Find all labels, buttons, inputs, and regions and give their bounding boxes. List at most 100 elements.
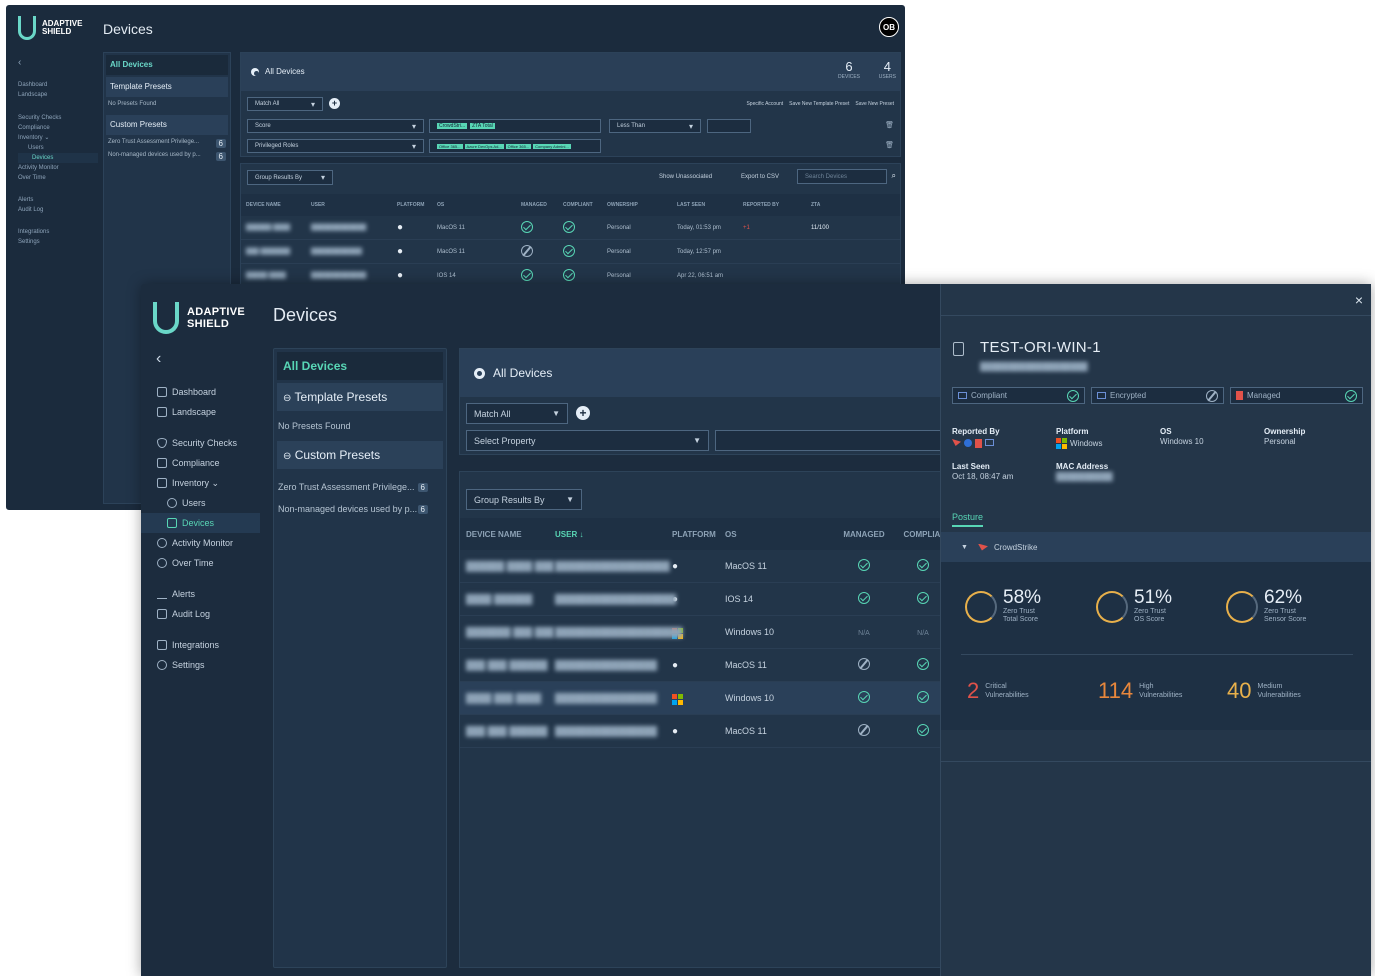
- preset-all-devices[interactable]: All Devices: [106, 55, 228, 75]
- col-zta[interactable]: ZTA: [811, 202, 871, 208]
- sidebar-item-inventory[interactable]: Inventory ⌄: [141, 473, 260, 493]
- table-header: DEVICE NAME USER ↓ PLATFORM OS MANAGED C…: [460, 518, 958, 550]
- add-filter-icon[interactable]: +: [329, 98, 340, 109]
- table-row[interactable]: ███ ███ ██████ ████████████████ ● MacOS 11: [460, 649, 958, 682]
- sidebar-item-activity-monitor[interactable]: Activity Monitor: [141, 533, 260, 553]
- sidebar-item-dashboard[interactable]: Dashboard: [141, 382, 260, 402]
- sidebar-item-settings[interactable]: Settings: [141, 655, 260, 675]
- radio-icon[interactable]: [474, 367, 485, 379]
- filter-value-select[interactable]: CrowdStri... ZTA Total: [429, 119, 601, 133]
- sidebar-item-devices[interactable]: Devices: [141, 513, 260, 533]
- save-preset-button[interactable]: Save New Preset: [855, 101, 894, 107]
- export-csv-button[interactable]: Export to CSV: [741, 174, 779, 180]
- sidebar-item-inventory[interactable]: Inventory ⌄: [18, 133, 98, 143]
- col-platform[interactable]: PLATFORM: [397, 202, 437, 208]
- select-property-dropdown[interactable]: Select Property ▼: [466, 430, 709, 451]
- col-managed[interactable]: MANAGED: [835, 530, 893, 539]
- sidebar-item-security-checks[interactable]: Security Checks: [18, 113, 98, 123]
- trash-icon[interactable]: 🗑: [885, 141, 894, 149]
- table-row[interactable]: ███ ███████ ████████████ ● MacOS 11 Person…: [241, 240, 900, 264]
- col-last-seen[interactable]: LAST SEEN: [677, 202, 743, 208]
- radio-icon[interactable]: [251, 67, 259, 76]
- col-device-name[interactable]: DEVICE NAME: [241, 202, 311, 208]
- col-user[interactable]: USER: [311, 202, 397, 208]
- sidebar-item-users[interactable]: Users: [18, 143, 98, 153]
- table-row[interactable]: ██████ ████ █████████████ ● MacOS 11 Perso…: [241, 216, 900, 240]
- sidebar-item-devices[interactable]: Devices: [18, 153, 98, 163]
- filter-property-select[interactable]: Score ▾: [247, 119, 424, 133]
- managed-cell: [835, 724, 893, 738]
- group-results-select[interactable]: Group Results By ▾: [247, 170, 333, 185]
- filter-value-select[interactable]: Office 365... Azure DevOps Ad... Office 36…: [429, 139, 601, 153]
- avatar[interactable]: OB: [879, 17, 899, 37]
- sidebar-item-activity[interactable]: Activity Monitor: [18, 163, 98, 173]
- preset-item[interactable]: Zero Trust Assessment Privilege... 6: [104, 137, 230, 150]
- trash-icon[interactable]: 🗑: [885, 121, 894, 129]
- save-template-button[interactable]: Save New Template Preset: [789, 101, 849, 107]
- sidebar-item-landscape[interactable]: Landscape: [18, 90, 98, 100]
- sidebar-item-integrations[interactable]: Integrations: [18, 227, 98, 237]
- match-select[interactable]: Match All ▼: [466, 403, 568, 424]
- sidebar-item-alerts[interactable]: Alerts: [141, 584, 260, 604]
- filter-operator-select[interactable]: Less Than ▾: [609, 119, 701, 133]
- os-score: 51% Zero Trust OS Score: [1096, 588, 1172, 624]
- col-platform[interactable]: PLATFORM: [672, 530, 725, 539]
- specific-account-checkbox[interactable]: Specific Account: [746, 101, 783, 107]
- sidebar-item-compliance[interactable]: Compliance: [18, 123, 98, 133]
- preset-all-devices[interactable]: All Devices: [277, 352, 443, 380]
- col-managed[interactable]: MANAGED: [521, 202, 563, 208]
- template-presets-header[interactable]: ⊖ Template Presets: [277, 383, 443, 411]
- sidebar-item-landscape[interactable]: Landscape: [141, 402, 260, 422]
- crowdstrike-section-toggle[interactable]: ▼ CrowdStrike: [941, 532, 1371, 562]
- main-app-window: ADAPTIVE SHIELD Devices ‹ Dashboard Lands…: [141, 284, 1371, 976]
- sidebar-item-audit-log[interactable]: Audit Log: [141, 604, 260, 624]
- sidebar-item-compliance[interactable]: Compliance: [141, 453, 260, 473]
- sidebar-item-integrations[interactable]: Integrations: [141, 635, 260, 655]
- preset-item[interactable]: Zero Trust Assessment Privilege... 6: [274, 476, 446, 498]
- table-row[interactable]: ████ ███ ████ ████████████████ Windows 10: [460, 682, 958, 715]
- filter-value-input[interactable]: [707, 119, 751, 133]
- preset-item[interactable]: Non-managed devices used by p... 6: [274, 498, 446, 520]
- sidebar-item-over-time[interactable]: Over Time: [141, 553, 260, 573]
- col-user[interactable]: USER ↓: [555, 530, 672, 539]
- sidebar-item-settings[interactable]: Settings: [18, 237, 98, 247]
- table-row[interactable]: ██████ ████ ███ ██████████████████ ● MacOS …: [460, 550, 958, 583]
- device-name-cell: ████ ██████: [466, 594, 533, 604]
- chevron-left-icon[interactable]: ‹: [156, 350, 161, 368]
- sidebar-item-users[interactable]: Users: [141, 493, 260, 513]
- col-os[interactable]: OS: [437, 202, 521, 208]
- chevron-left-icon[interactable]: ‹: [18, 57, 21, 68]
- filter-property-select[interactable]: Privileged Roles ▾: [247, 139, 424, 153]
- sensor-score: 62% Zero Trust Sensor Score: [1226, 588, 1306, 624]
- search-icon[interactable]: ⌕: [892, 171, 896, 181]
- col-device-name[interactable]: DEVICE NAME: [460, 530, 555, 539]
- table-row[interactable]: ████ ██████ ███████████████████ ● IOS 14: [460, 583, 958, 616]
- page-title: Devices: [273, 305, 338, 325]
- col-reported-by[interactable]: REPORTED BY: [743, 202, 811, 208]
- search-input[interactable]: Search Devices: [797, 169, 887, 184]
- tab-posture[interactable]: Posture: [952, 512, 984, 527]
- custom-presets-header[interactable]: Custom Presets: [106, 115, 228, 135]
- sidebar-item-dashboard[interactable]: Dashboard: [18, 80, 98, 90]
- sidebar-item-audit[interactable]: Audit Log: [18, 205, 98, 215]
- sidebar-item-alerts[interactable]: Alerts: [18, 195, 98, 205]
- presets-panel: All Devices ⊖ Template Presets No Preset…: [273, 348, 447, 968]
- col-os[interactable]: OS: [725, 530, 835, 539]
- col-compliant[interactable]: COMPLIANT: [563, 202, 607, 208]
- filter-value-input[interactable]: [715, 430, 960, 451]
- os-cell: MacOS 11: [725, 660, 767, 670]
- match-select[interactable]: Match All ▾: [247, 97, 323, 111]
- add-filter-icon[interactable]: +: [576, 406, 590, 420]
- col-ownership[interactable]: OWNERSHIP: [607, 202, 677, 208]
- group-results-select[interactable]: Group Results By ▼: [466, 489, 582, 510]
- close-icon[interactable]: ×: [1355, 292, 1363, 308]
- table-row[interactable]: ███████ ███ ███ ████████████████████ Windo…: [460, 616, 958, 649]
- device-icon: [1097, 392, 1106, 399]
- template-presets-header[interactable]: Template Presets: [106, 77, 228, 97]
- sidebar-item-security-checks[interactable]: Security Checks: [141, 433, 260, 453]
- show-unassociated-checkbox[interactable]: Show Unassociated: [659, 174, 712, 180]
- table-row[interactable]: ███ ███ ██████ ████████████████ ● MacOS 11: [460, 715, 958, 748]
- sidebar-item-overtime[interactable]: Over Time: [18, 173, 98, 183]
- custom-presets-header[interactable]: ⊖ Custom Presets: [277, 441, 443, 469]
- preset-item[interactable]: Non-managed devices used by p... 6: [104, 150, 230, 163]
